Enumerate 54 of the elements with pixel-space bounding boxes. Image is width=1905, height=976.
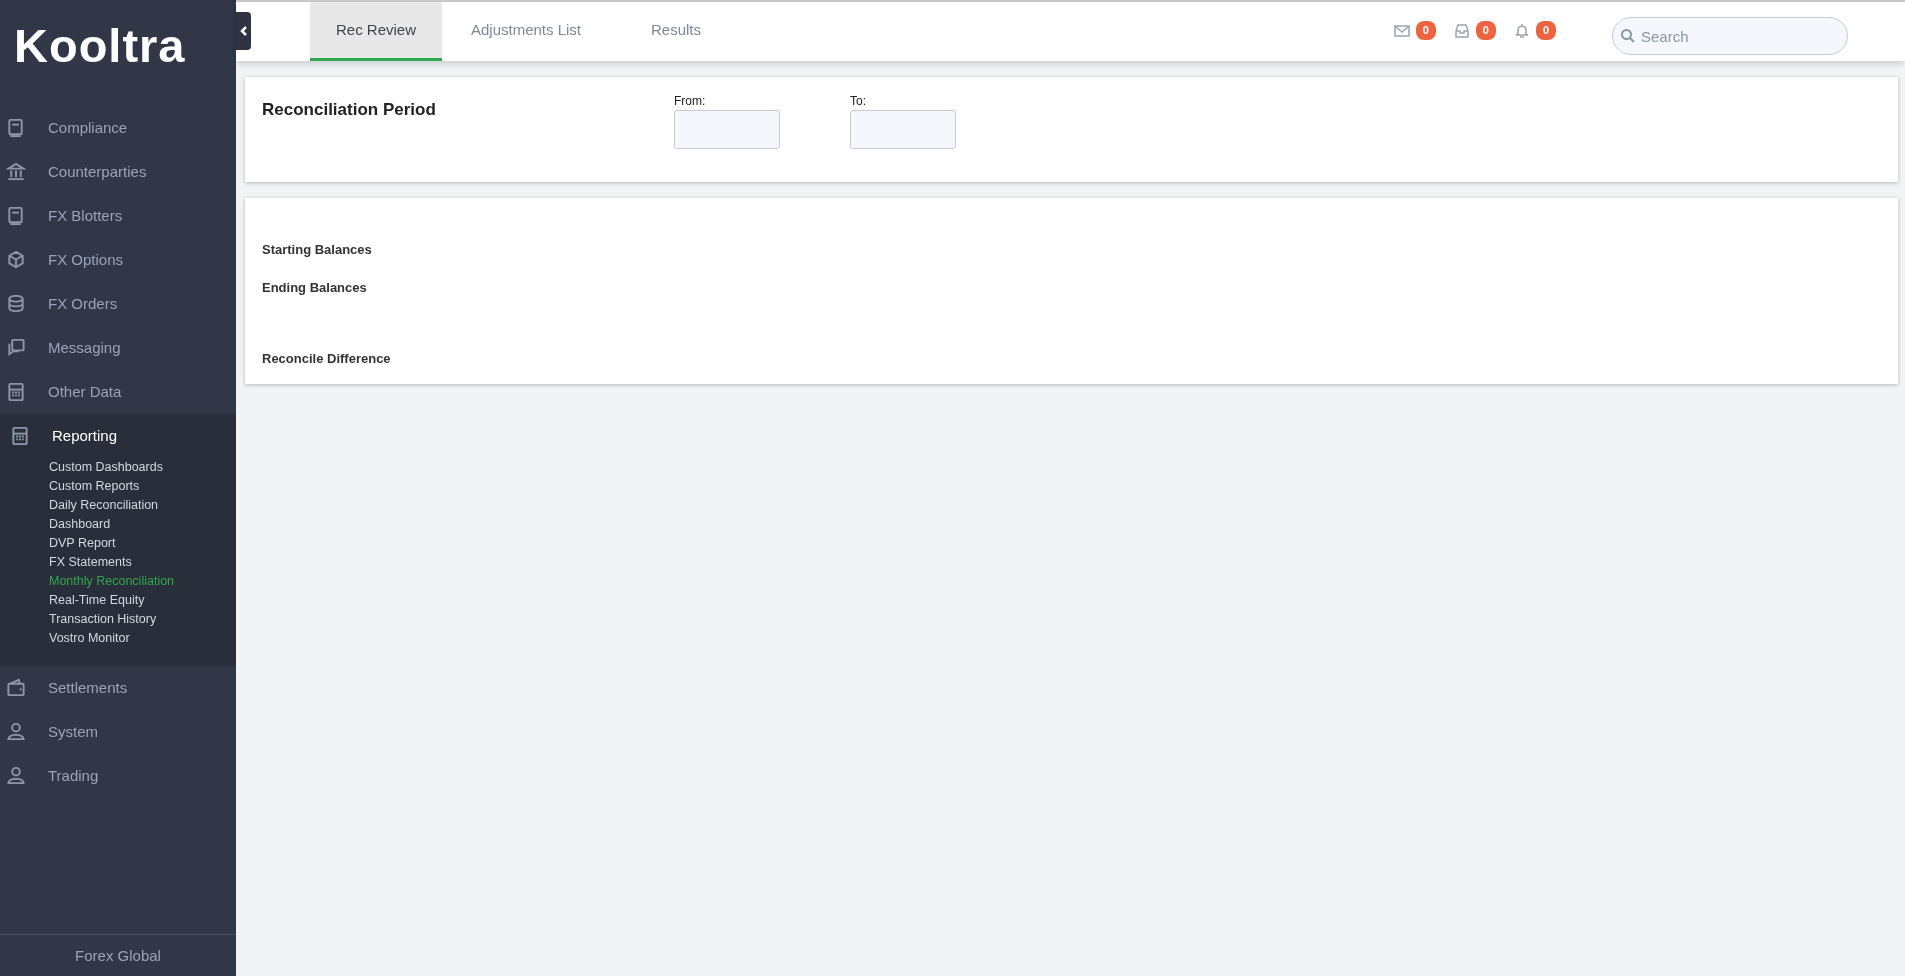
sidebar-item[interactable]: FX Orders <box>0 282 236 326</box>
count-badge: 0 <box>1475 21 1496 40</box>
submenu-item[interactable]: Monthly Reconciliation <box>0 572 236 591</box>
submenu-item[interactable]: Transaction History <box>0 610 236 629</box>
bell-icon[interactable] <box>1513 22 1530 39</box>
collapse-button[interactable] <box>236 12 251 50</box>
sidebar-item[interactable]: Trading <box>0 754 236 798</box>
field-label: From: <box>674 93 707 110</box>
tab[interactable]: Rec Review <box>310 2 442 61</box>
sidebar-item[interactable]: Settlements <box>0 666 236 710</box>
database-icon <box>6 294 26 314</box>
card-title: Reconciliation Period <box>262 99 437 121</box>
sidebar-item[interactable]: Compliance <box>0 106 236 150</box>
chat-icon <box>6 338 26 358</box>
book-icon <box>6 118 26 138</box>
wallet-icon <box>6 678 26 698</box>
count-badge: 0 <box>1535 21 1556 40</box>
sidebar-item[interactable]: Counterparties <box>0 150 236 194</box>
user-icon <box>6 766 26 786</box>
submenu-item[interactable]: Real-Time Equity <box>0 591 236 610</box>
inbox-icon[interactable] <box>1453 22 1470 39</box>
mail-icon[interactable] <box>1393 22 1410 39</box>
tab[interactable]: Results <box>610 2 742 61</box>
sidebar-item[interactable]: Messaging <box>0 326 236 370</box>
sidebar-item[interactable]: Reporting <box>0 414 236 458</box>
submenu-item[interactable]: Daily Reconciliation <box>0 496 236 515</box>
row-label: Starting Balances <box>262 241 373 259</box>
calculator-icon <box>10 426 30 446</box>
submenu-item[interactable]: Dashboard <box>0 515 236 534</box>
bank-icon <box>6 162 26 182</box>
row-label: Ending Balances <box>262 278 368 297</box>
chevron-left-icon <box>239 26 248 36</box>
date-field[interactable] <box>850 110 956 149</box>
field-label: To: <box>850 93 867 110</box>
row-label: Reconcile Difference <box>262 350 392 368</box>
submenu-item[interactable]: FX Statements <box>0 553 236 572</box>
count-badge: 0 <box>1415 21 1436 40</box>
logo: Kooltra <box>13 18 187 74</box>
sidebar-item[interactable]: Other Data <box>0 370 236 414</box>
submenu-item[interactable]: Custom Reports <box>0 477 236 496</box>
date-field[interactable] <box>674 110 780 149</box>
footer-text: Forex Global <box>0 934 236 976</box>
book-icon <box>6 206 26 226</box>
sidebar-item[interactable]: FX Options <box>0 238 236 282</box>
submenu-item[interactable]: DVP Report <box>0 534 236 553</box>
tab[interactable]: Adjustments List <box>460 2 592 61</box>
search-field[interactable]: Search <box>1612 17 1848 55</box>
calculator-icon <box>6 382 26 402</box>
submenu-item[interactable]: Vostro Monitor <box>0 629 236 648</box>
cube-icon <box>6 250 26 270</box>
sidebar-item[interactable]: FX Blotters <box>0 194 236 238</box>
submenu-item[interactable]: Custom Dashboards <box>0 458 236 477</box>
user-icon <box>6 722 26 742</box>
sidebar-item[interactable]: System <box>0 710 236 754</box>
